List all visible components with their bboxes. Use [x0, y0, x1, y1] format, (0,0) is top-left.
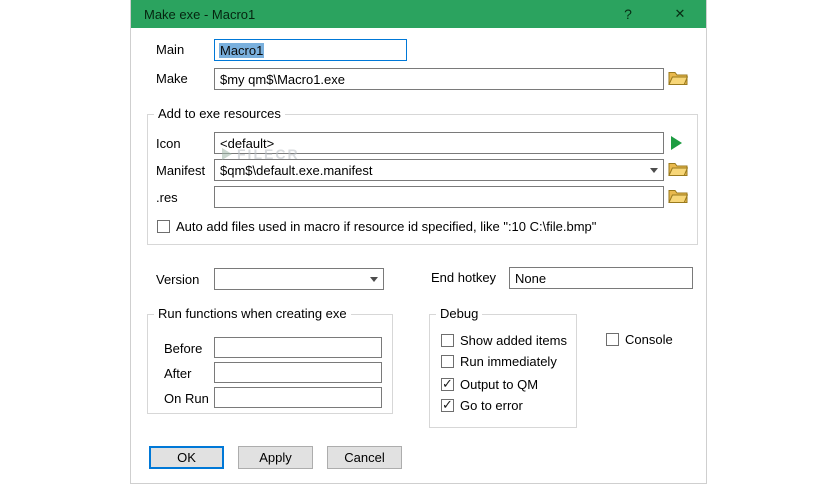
go-to-error-label[interactable]: Go to error	[460, 398, 523, 413]
run-functions-group-title: Run functions when creating exe	[154, 306, 351, 321]
version-dropdown-icon[interactable]	[370, 277, 378, 282]
icon-label: Icon	[156, 136, 181, 151]
console-label[interactable]: Console	[625, 332, 673, 347]
show-added-items-label[interactable]: Show added items	[460, 333, 567, 348]
res-browse-button[interactable]	[668, 187, 690, 205]
go-to-error-checkbox[interactable]	[441, 397, 454, 413]
window-title: Make exe - Macro1	[144, 6, 256, 22]
on-run-input[interactable]	[214, 387, 382, 408]
main-label: Main	[156, 42, 185, 57]
before-label: Before	[164, 341, 203, 356]
console-checkbox-row[interactable]: Console	[606, 332, 673, 347]
version-combobox[interactable]	[214, 268, 384, 290]
folder-icon	[668, 188, 690, 204]
close-button[interactable]: ✕	[665, 0, 695, 28]
manifest-dropdown-icon[interactable]	[650, 168, 658, 173]
show-added-items-checkbox[interactable]	[441, 334, 454, 347]
console-checkbox[interactable]	[606, 333, 619, 346]
output-to-qm-checkbox-row[interactable]: Output to QM	[441, 376, 538, 392]
folder-icon	[668, 161, 690, 177]
after-input[interactable]	[214, 362, 382, 383]
main-input[interactable]: Macro1	[214, 39, 407, 61]
debug-group-title: Debug	[436, 306, 483, 321]
manifest-label: Manifest	[156, 163, 206, 178]
show-added-items-checkbox-row[interactable]: Show added items	[441, 333, 567, 348]
resources-group-title: Add to exe resources	[154, 106, 285, 121]
auto-add-checkbox-row[interactable]: Auto add files used in macro if resource…	[157, 219, 596, 234]
cancel-button[interactable]: Cancel	[327, 446, 402, 469]
help-button[interactable]: ?	[613, 0, 643, 28]
run-immediately-checkbox[interactable]	[441, 355, 454, 368]
output-to-qm-label[interactable]: Output to QM	[460, 377, 538, 392]
make-input[interactable]	[214, 68, 664, 90]
auto-add-checkbox-label[interactable]: Auto add files used in macro if resource…	[176, 219, 596, 234]
manifest-browse-button[interactable]	[668, 160, 690, 178]
res-label: .res	[156, 190, 178, 205]
make-browse-button[interactable]	[668, 69, 690, 87]
after-label: After	[164, 366, 192, 381]
page-background: Make exe - Macro1 ? ✕ Main Macro1 Make A…	[0, 0, 836, 484]
icon-input[interactable]	[214, 132, 664, 154]
apply-button[interactable]: Apply	[238, 446, 313, 469]
on-run-label: On Run	[164, 391, 209, 406]
close-icon: ✕	[674, 6, 686, 21]
before-input[interactable]	[214, 337, 382, 358]
go-to-error-checkbox-row[interactable]: Go to error	[441, 397, 523, 413]
run-immediately-label[interactable]: Run immediately	[460, 354, 557, 369]
auto-add-checkbox[interactable]	[157, 220, 170, 233]
icon-pick-arrow-icon[interactable]	[671, 136, 682, 150]
res-input[interactable]	[214, 186, 664, 208]
run-immediately-checkbox-row[interactable]: Run immediately	[441, 354, 557, 369]
end-hotkey-label: End hotkey	[431, 270, 497, 285]
titlebar[interactable]: Make exe - Macro1 ? ✕	[131, 0, 706, 28]
main-input-selected-text: Macro1	[219, 42, 265, 58]
end-hotkey-input[interactable]	[509, 267, 693, 289]
make-label: Make	[156, 71, 188, 86]
ok-button[interactable]: OK	[149, 446, 224, 469]
make-exe-dialog: Make exe - Macro1 ? ✕ Main Macro1 Make A…	[130, 0, 707, 484]
version-label: Version	[156, 272, 200, 287]
manifest-input[interactable]	[214, 159, 664, 181]
output-to-qm-checkbox[interactable]	[441, 376, 454, 392]
folder-icon	[668, 70, 690, 86]
